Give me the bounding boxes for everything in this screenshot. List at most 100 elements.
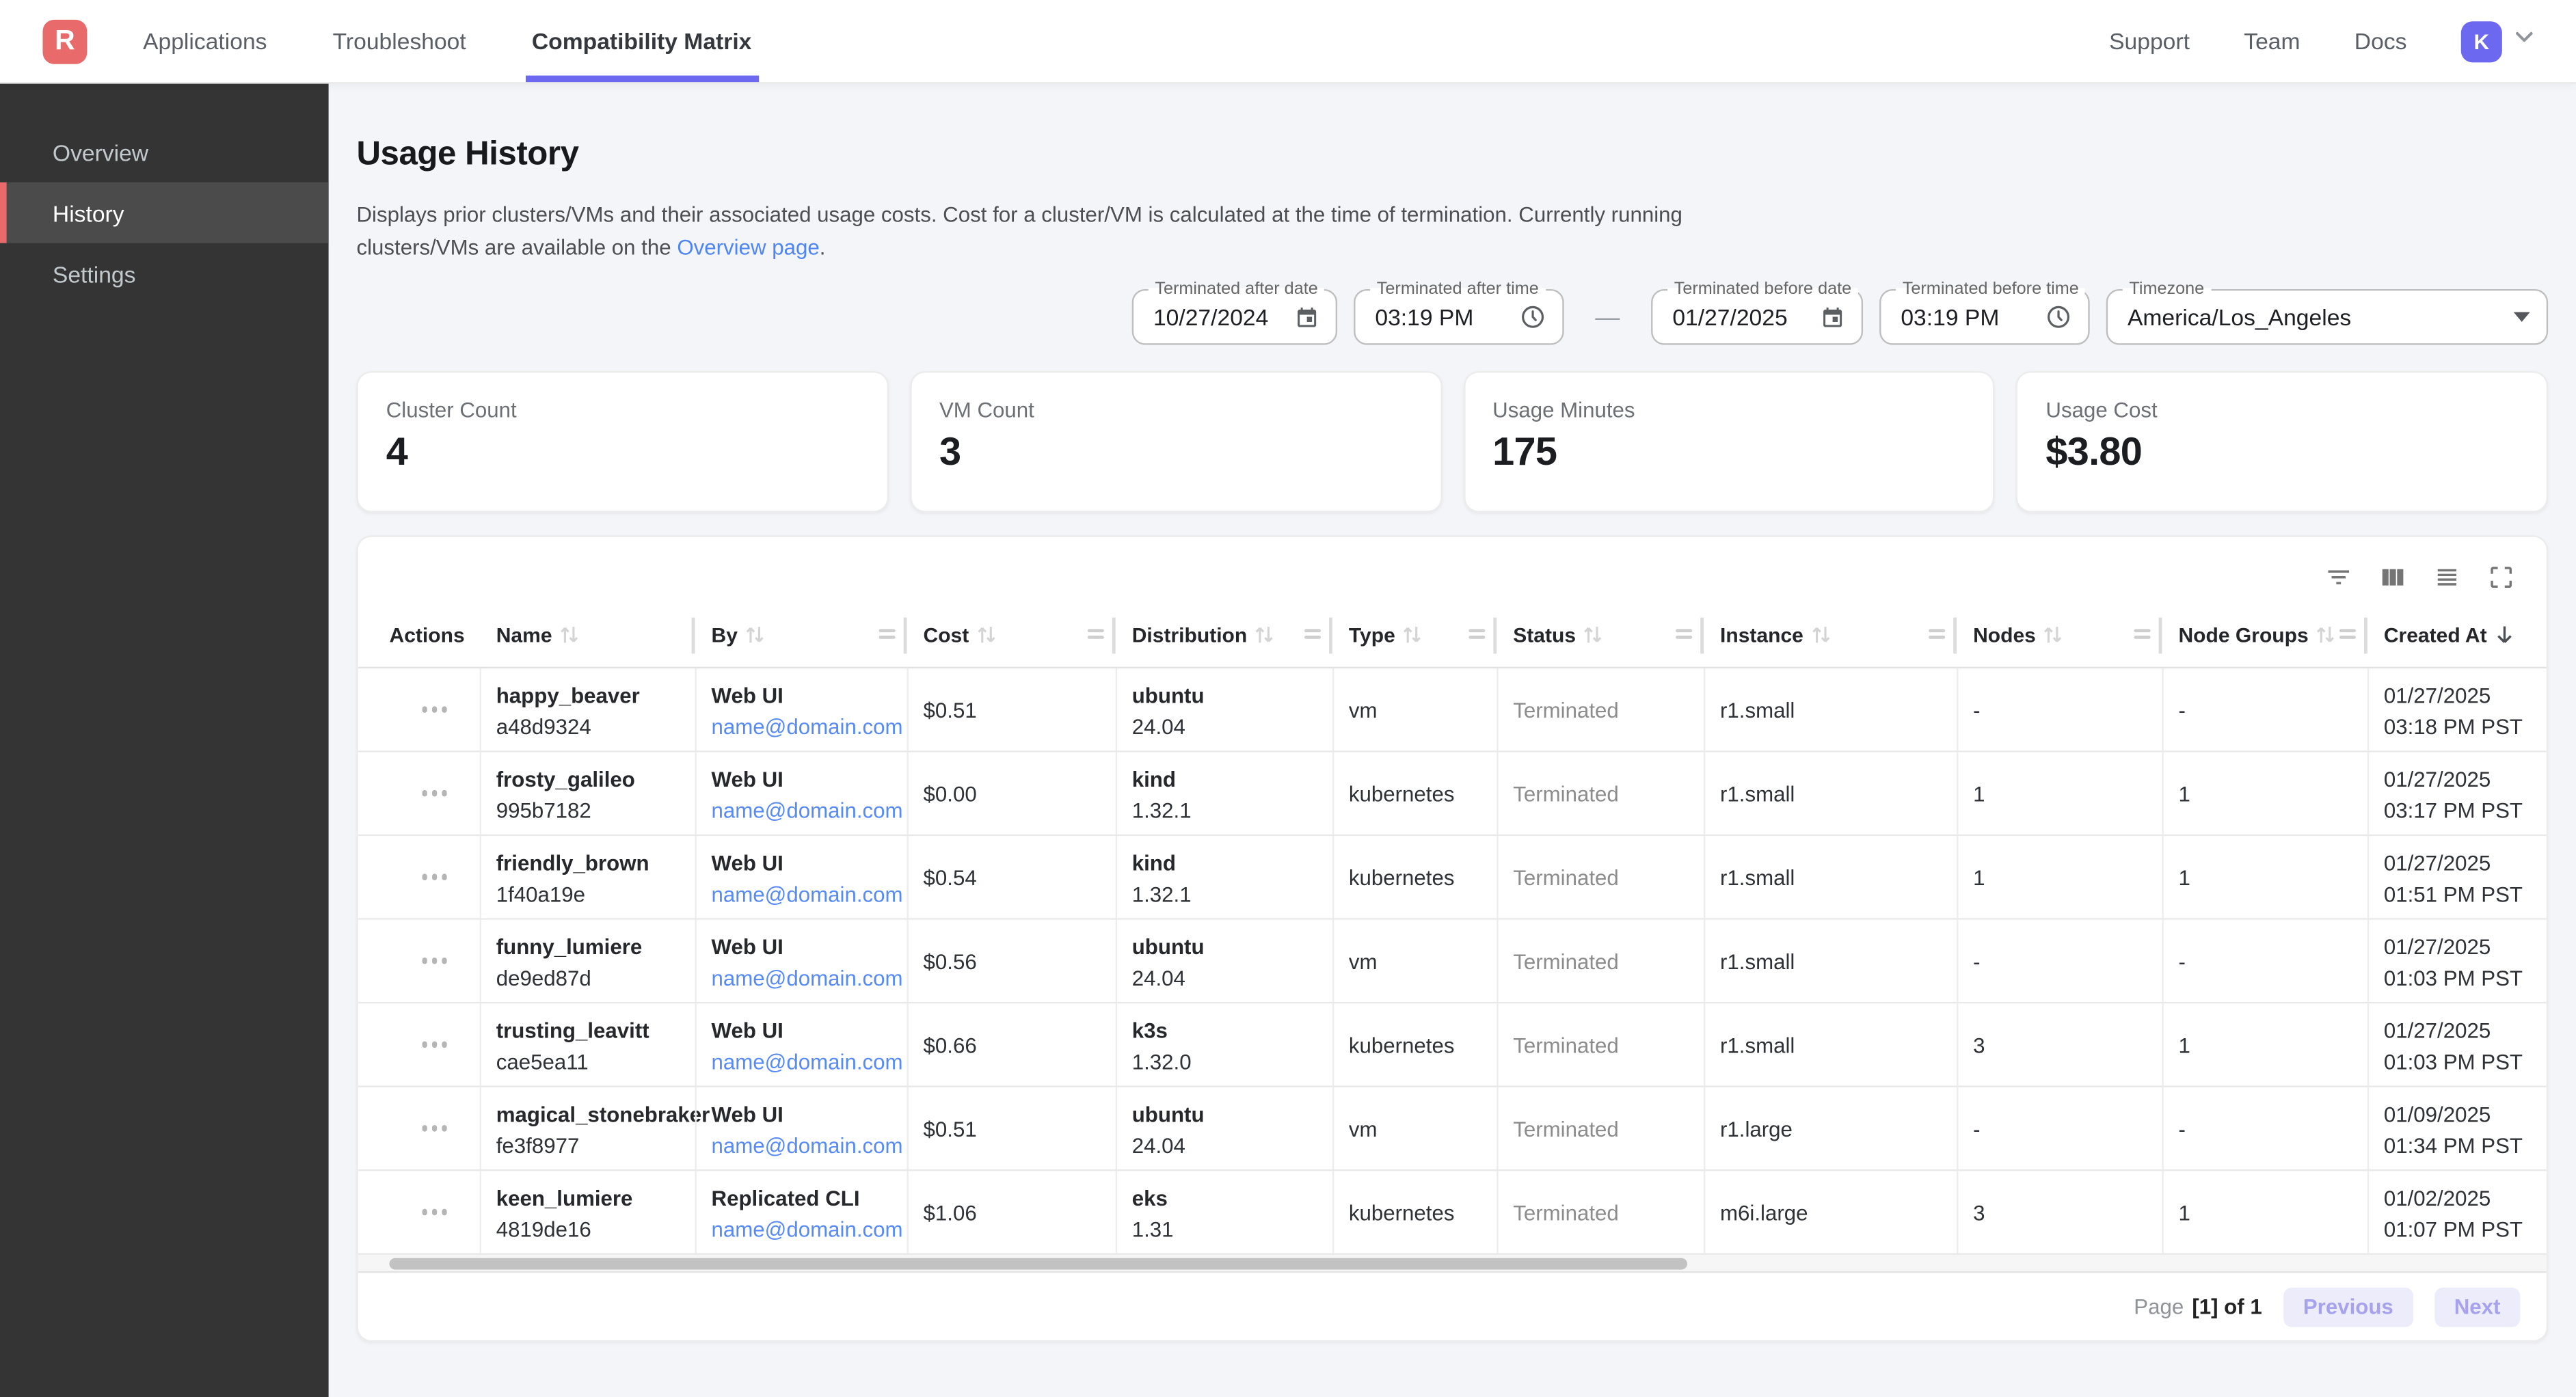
cell-node-groups: 1: [2162, 1171, 2367, 1253]
fullscreen-button[interactable]: [2487, 562, 2515, 591]
filter-field-timezone[interactable]: TimezoneAmerica/Los_Angeles: [2106, 289, 2548, 345]
nav-link-support[interactable]: Support: [2109, 28, 2190, 54]
cell-distribution: eks1.31: [1116, 1171, 1332, 1253]
sort-icon: [2042, 624, 2063, 645]
caret-down-icon[interactable]: [2514, 312, 2530, 322]
columns-button[interactable]: [2379, 562, 2407, 591]
calendar-icon[interactable]: [1295, 305, 1319, 329]
filter-value: America/Los_Angeles: [2128, 304, 2514, 330]
replicated-logo[interactable]: R: [42, 19, 87, 64]
nav-tab-applications[interactable]: Applications: [136, 0, 273, 82]
nav-right: Support Team Docs K: [2109, 21, 2576, 62]
cell-line-2[interactable]: name@domain.com: [712, 795, 891, 826]
cell-name: happy_beavera48d9324: [480, 668, 695, 750]
cell-by: Web UIname@domain.com: [695, 752, 907, 835]
scrollbar-thumb[interactable]: [390, 1258, 1687, 1270]
overview-page-link[interactable]: Overview page: [677, 234, 819, 258]
column-resize-handle[interactable]: [1304, 629, 1321, 638]
cell-type: vm: [1332, 920, 1497, 1002]
column-resize-handle[interactable]: [1929, 629, 1945, 638]
density-button[interactable]: [2433, 562, 2461, 591]
column-header-status[interactable]: Status: [1497, 603, 1704, 667]
nav-link-team[interactable]: Team: [2244, 28, 2300, 54]
column-resize-handle[interactable]: [1676, 629, 1692, 638]
column-header-node-groups[interactable]: Node Groups: [2162, 603, 2367, 667]
filter-label: Terminated before date: [1667, 280, 1858, 299]
cell-line-2[interactable]: name@domain.com: [712, 1130, 891, 1161]
stat-value: 3: [939, 431, 1412, 476]
filter-field-terminated-after-date[interactable]: Terminated after date10/27/2024: [1132, 289, 1337, 345]
column-header-by[interactable]: By: [695, 603, 907, 667]
cell-created-at: 01/09/202501:34 PM PST: [2367, 1087, 2547, 1169]
column-header-distribution[interactable]: Distribution: [1116, 603, 1332, 667]
account-menu[interactable]: K: [2461, 21, 2538, 62]
nav-tabs: Applications Troubleshoot Compatibility Ma…: [136, 0, 784, 82]
cell-line-1: frosty_galileo: [496, 763, 679, 795]
column-resize-handle[interactable]: [1088, 629, 1104, 638]
column-resize-handle[interactable]: [2134, 629, 2151, 638]
cell-distribution: kind1.32.1: [1116, 752, 1332, 835]
cell-line-2[interactable]: name@domain.com: [712, 1046, 891, 1078]
row-actions-button[interactable]: [406, 790, 464, 796]
row-actions-button[interactable]: [406, 1042, 464, 1047]
cell-line-1: eks: [1132, 1182, 1316, 1214]
filter-field-terminated-before-date[interactable]: Terminated before date01/27/2025: [1651, 289, 1863, 345]
filter-value: 10/27/2024: [1153, 304, 1295, 330]
sidebar-item-overview[interactable]: Overview: [0, 122, 329, 182]
filter-field-terminated-before-time[interactable]: Terminated before time03:19 PM: [1879, 289, 2090, 345]
row-actions-button[interactable]: [406, 874, 464, 880]
row-actions-button[interactable]: [406, 1209, 464, 1215]
next-page-button[interactable]: Next: [2434, 1287, 2520, 1327]
clock-icon[interactable]: [2045, 304, 2071, 330]
column-header-actions[interactable]: Actions: [390, 603, 480, 667]
cell-nodes: -: [1957, 668, 2162, 750]
stat-value: $3.80: [2045, 431, 2518, 476]
cell-line-1: Web UI: [712, 680, 891, 711]
column-header-created-at[interactable]: Created At: [2367, 603, 2547, 667]
column-header-nodes[interactable]: Nodes: [1957, 603, 2162, 667]
cell-actions: [390, 920, 480, 1002]
filter-bar: Terminated after date10/27/2024 Terminate…: [356, 289, 2548, 345]
sort-icon: [2315, 624, 2336, 645]
column-label: Node Groups: [2178, 623, 2308, 647]
clock-icon[interactable]: [1520, 304, 1546, 330]
stat-cards: Cluster Count4VM Count3Usage Minutes175U…: [356, 371, 2548, 513]
calendar-icon[interactable]: [1821, 305, 1845, 329]
nav-tab-troubleshoot[interactable]: Troubleshoot: [326, 0, 472, 82]
cell-line-2[interactable]: name@domain.com: [712, 1214, 891, 1245]
cell-line-1: magical_stonebraker: [496, 1099, 679, 1130]
cell-line-2[interactable]: name@domain.com: [712, 711, 891, 743]
column-header-cost[interactable]: Cost: [907, 603, 1115, 667]
column-header-instance[interactable]: Instance: [1704, 603, 1957, 667]
row-actions-button[interactable]: [406, 1126, 464, 1131]
column-resize-handle[interactable]: [1468, 629, 1485, 638]
stat-card-cluster-count: Cluster Count4: [356, 371, 888, 513]
nav-link-docs[interactable]: Docs: [2354, 28, 2407, 54]
nav-tab-compatibility-matrix[interactable]: Compatibility Matrix: [525, 0, 758, 82]
filter-field-terminated-after-time[interactable]: Terminated after time03:19 PM: [1354, 289, 1564, 345]
chevron-down-icon[interactable]: [2510, 23, 2538, 59]
filter-button[interactable]: [2324, 562, 2352, 591]
cell-line-2[interactable]: name@domain.com: [712, 962, 891, 994]
cell-line-1: 01/27/2025: [2384, 763, 2530, 795]
column-resize-handle[interactable]: [2339, 629, 2356, 638]
sidebar-item-settings[interactable]: Settings: [0, 243, 329, 304]
cell-by: Web UIname@domain.com: [695, 836, 907, 918]
column-resize-handle[interactable]: [879, 629, 896, 638]
row-actions-button[interactable]: [406, 958, 464, 964]
cell-nodes: 1: [1957, 752, 2162, 835]
row-actions-button[interactable]: [406, 707, 464, 712]
sidebar-item-history[interactable]: History: [0, 182, 329, 243]
avatar[interactable]: K: [2461, 21, 2502, 62]
horizontal-scrollbar[interactable]: [358, 1255, 2547, 1273]
cell-type: kubernetes: [1332, 1171, 1497, 1253]
cell-cost: $0.51: [907, 1087, 1115, 1169]
column-label: Cost: [924, 623, 969, 647]
cell-line-2[interactable]: name@domain.com: [712, 879, 891, 910]
column-header-name[interactable]: Name: [480, 603, 695, 667]
previous-page-button[interactable]: Previous: [2283, 1287, 2413, 1327]
column-header-type[interactable]: Type: [1332, 603, 1497, 667]
stat-label: Usage Cost: [2045, 398, 2518, 422]
cell-line-2: 1.31: [1132, 1214, 1316, 1245]
cell-by: Web UIname@domain.com: [695, 1003, 907, 1085]
